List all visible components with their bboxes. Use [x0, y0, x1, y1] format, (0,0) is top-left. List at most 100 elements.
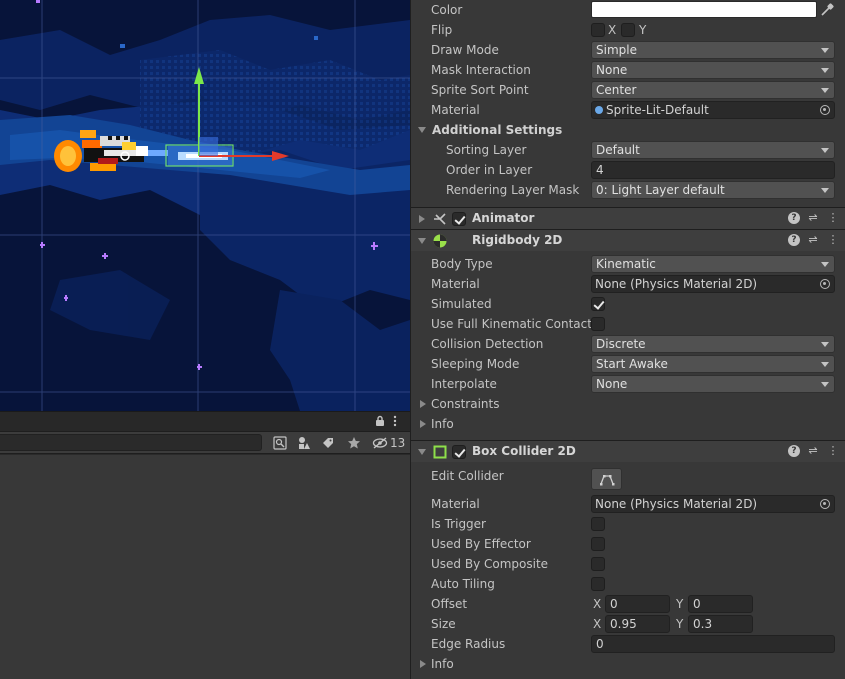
edit-collider-button[interactable] [591, 468, 622, 490]
lock-icon[interactable] [374, 415, 386, 430]
sprite-sort-point-dropdown[interactable]: Center [591, 81, 835, 99]
flip-x-checkbox[interactable] [591, 23, 605, 37]
chevron-down-icon [821, 262, 829, 267]
sprite-sort-point-label: Sprite Sort Point [431, 83, 529, 97]
interpolate-label: Interpolate [431, 377, 497, 391]
order-in-layer-label: Order in Layer [446, 163, 533, 177]
foldout-open-icon[interactable] [418, 449, 426, 455]
more-options-icon[interactable] [392, 415, 398, 430]
presets-icon[interactable]: ⇌ [806, 444, 820, 458]
rb-material-field[interactable]: None (Physics Material 2D) [591, 275, 835, 293]
full-kinematic-checkbox[interactable] [591, 317, 605, 331]
object-picker-icon[interactable] [820, 279, 830, 289]
foldout-closed-icon[interactable] [420, 400, 426, 408]
object-picker-icon[interactable] [820, 499, 830, 509]
material-field[interactable]: Sprite-Lit-Default [591, 101, 835, 119]
animator-header[interactable]: Animator ? ⇌ ⋮ [411, 207, 845, 229]
hidden-packages-toggle[interactable]: 13 [372, 434, 405, 452]
chevron-down-icon [821, 68, 829, 73]
more-options-icon[interactable]: ⋮ [826, 444, 840, 458]
edge-radius-row: Edge Radius 0 [411, 634, 845, 654]
rigidbody2d-header-icons: ? ⇌ ⋮ [788, 233, 840, 247]
rigidbody2d-title: Rigidbody 2D [472, 233, 563, 247]
edit-collider-row: Edit Collider [411, 466, 845, 492]
body-type-value: Kinematic [596, 257, 656, 271]
help-icon[interactable]: ? [788, 212, 800, 224]
flip-y-checkbox[interactable] [621, 23, 635, 37]
draw-mode-dropdown[interactable]: Simple [591, 41, 835, 59]
constraints-row[interactable]: Constraints [411, 394, 845, 414]
simulated-label: Simulated [431, 297, 492, 311]
sorting-layer-dropdown[interactable]: Default [591, 141, 835, 159]
mask-interaction-dropdown[interactable]: None [591, 61, 835, 79]
interpolate-row: Interpolate None [411, 374, 845, 394]
used-by-composite-checkbox[interactable] [591, 557, 605, 571]
foldout-closed-icon[interactable] [420, 420, 426, 428]
more-options-icon[interactable]: ⋮ [826, 211, 840, 225]
full-kinematic-row: Use Full Kinematic Contacts [411, 314, 845, 334]
mask-interaction-value: None [596, 63, 628, 77]
search-by-type-icon[interactable] [270, 434, 290, 452]
favorites-star-icon[interactable] [344, 434, 364, 452]
color-label: Color [431, 3, 463, 17]
foldout-open-icon[interactable] [418, 238, 426, 244]
edit-collider-icon [599, 475, 614, 486]
bc-info-label: Info [431, 657, 454, 671]
filter-by-label-icon[interactable] [318, 434, 338, 452]
box-collider-enabled-checkbox[interactable] [452, 445, 466, 459]
presets-icon[interactable]: ⇌ [806, 233, 820, 247]
scene-canvas[interactable] [0, 0, 410, 411]
sorting-layer-value: Default [596, 143, 640, 157]
more-options-icon[interactable]: ⋮ [826, 233, 840, 247]
box-collider-icon [433, 445, 447, 462]
offset-y-input[interactable]: 0 [688, 595, 753, 613]
additional-settings-label: Additional Settings [432, 123, 563, 137]
draw-mode-label: Draw Mode [431, 43, 499, 57]
help-icon[interactable]: ? [788, 445, 800, 457]
rendering-layer-mask-value: 0: Light Layer default [596, 183, 725, 197]
simulated-checkbox[interactable] [591, 297, 605, 311]
foldout-closed-icon[interactable] [419, 215, 425, 223]
size-y-input[interactable]: 0.3 [688, 615, 753, 633]
collision-detection-dropdown[interactable]: Discrete [591, 335, 835, 353]
constraints-label: Constraints [431, 397, 500, 411]
used-by-effector-checkbox[interactable] [591, 537, 605, 551]
additional-settings-row[interactable]: Additional Settings [411, 120, 845, 140]
sleeping-mode-dropdown[interactable]: Start Awake [591, 355, 835, 373]
flip-label: Flip [431, 23, 453, 37]
size-x-input[interactable]: 0.95 [605, 615, 670, 633]
is-trigger-checkbox[interactable] [591, 517, 605, 531]
project-toolbar: 13 [0, 432, 410, 454]
project-panel: 13 [0, 411, 410, 679]
used-by-composite-row: Used By Composite [411, 554, 845, 574]
flip-y-label: Y [639, 23, 647, 37]
foldout-open-icon[interactable] [418, 127, 426, 133]
eyedropper-icon[interactable] [819, 2, 835, 18]
body-type-dropdown[interactable]: Kinematic [591, 255, 835, 273]
color-swatch[interactable] [591, 1, 817, 18]
scene-view[interactable] [0, 0, 410, 411]
search-input[interactable] [0, 434, 262, 451]
project-content-area[interactable] [0, 454, 410, 679]
used-by-effector-label: Used By Effector [431, 537, 531, 551]
object-picker-icon[interactable] [820, 105, 830, 115]
foldout-closed-icon[interactable] [420, 660, 426, 668]
rendering-layer-mask-dropdown[interactable]: 0: Light Layer default [591, 181, 835, 199]
presets-icon[interactable]: ⇌ [806, 211, 820, 225]
bc-info-row[interactable]: Info [411, 654, 845, 674]
auto-tiling-checkbox[interactable] [591, 577, 605, 591]
edge-radius-label: Edge Radius [431, 637, 506, 651]
help-icon[interactable]: ? [788, 234, 800, 246]
bc-material-field[interactable]: None (Physics Material 2D) [591, 495, 835, 513]
box-collider-header[interactable]: Box Collider 2D ? ⇌ ⋮ [411, 440, 845, 462]
size-x-label: X [593, 617, 602, 631]
interpolate-dropdown[interactable]: None [591, 375, 835, 393]
order-in-layer-input[interactable]: 4 [591, 161, 835, 179]
bc-material-row: Material None (Physics Material 2D) [411, 494, 845, 514]
edge-radius-input[interactable]: 0 [591, 635, 835, 653]
rb-info-row[interactable]: Info [411, 414, 845, 434]
animator-enabled-checkbox[interactable] [452, 212, 466, 226]
filter-by-type-icon[interactable] [294, 434, 314, 452]
offset-x-input[interactable]: 0 [605, 595, 670, 613]
rigidbody2d-header[interactable]: Rigidbody 2D ? ⇌ ⋮ [411, 229, 845, 251]
